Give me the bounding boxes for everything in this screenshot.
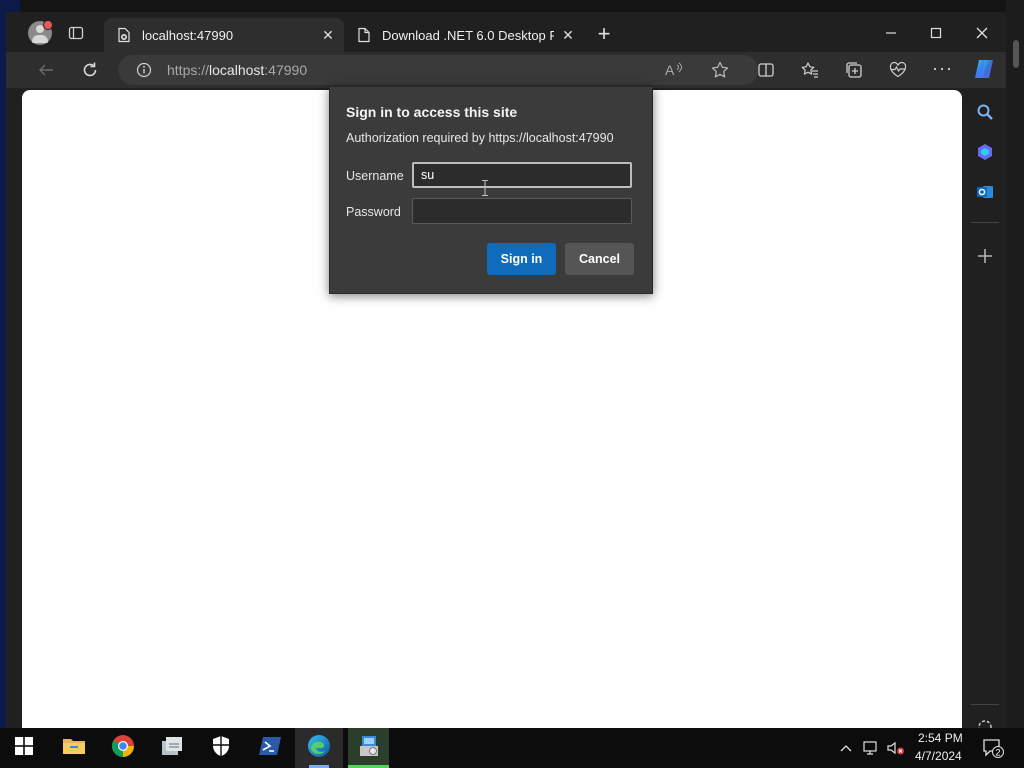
password-field[interactable] bbox=[412, 198, 632, 224]
notification-center-icon[interactable]: 2 bbox=[982, 738, 1004, 758]
windows-taskbar: 2:54 PM 4/7/2024 2 bbox=[0, 728, 1024, 768]
outlook-icon[interactable] bbox=[975, 182, 995, 202]
add-icon[interactable] bbox=[975, 246, 995, 266]
volume-muted-icon[interactable] bbox=[887, 740, 904, 756]
maximize-icon[interactable] bbox=[926, 25, 946, 41]
powershell-button[interactable] bbox=[246, 728, 294, 768]
username-field[interactable] bbox=[412, 162, 632, 188]
tab-localhost[interactable]: localhost:47990 ✕ bbox=[104, 18, 344, 52]
tab-label: Download .NET 6.0 Desktop Runtime bbox=[382, 28, 554, 43]
tab-bar: localhost:47990 ✕ Download .NET 6.0 Desk… bbox=[6, 12, 1006, 52]
chrome-icon bbox=[111, 734, 135, 763]
edge-sidebar bbox=[964, 88, 1006, 734]
more-options-icon[interactable]: ··· bbox=[932, 59, 952, 80]
edge-button[interactable] bbox=[295, 728, 343, 768]
page-error-icon bbox=[116, 27, 132, 43]
copilot-icon[interactable] bbox=[971, 56, 997, 82]
info-icon[interactable] bbox=[136, 62, 152, 78]
close-tab-icon[interactable]: ✕ bbox=[320, 27, 336, 43]
clock-time[interactable]: 2:54 PM bbox=[918, 731, 963, 745]
background-window-scrollbar bbox=[1006, 0, 1024, 728]
search-icon[interactable] bbox=[975, 102, 995, 122]
close-window-icon[interactable] bbox=[972, 24, 992, 42]
chrome-button[interactable] bbox=[99, 728, 147, 768]
tab-label: localhost:47990 bbox=[142, 28, 234, 43]
dialog-subtitle: Authorization required by https://localh… bbox=[346, 131, 614, 145]
sidebar-divider bbox=[971, 704, 999, 705]
username-label: Username bbox=[346, 169, 404, 183]
start-button[interactable] bbox=[0, 728, 48, 768]
show-hidden-icons-chevron[interactable] bbox=[838, 740, 854, 756]
windows-logo-icon bbox=[15, 736, 33, 760]
new-tab-button[interactable]: + bbox=[594, 23, 614, 45]
installer-icon bbox=[357, 734, 381, 763]
server-manager-button[interactable] bbox=[148, 728, 196, 768]
close-tab-icon[interactable]: ✕ bbox=[560, 27, 576, 43]
navigation-toolbar: https://localhost:47990 A ··· bbox=[6, 52, 1006, 88]
password-label: Password bbox=[346, 205, 401, 219]
folder-icon bbox=[62, 736, 86, 761]
windows-security-icon bbox=[211, 735, 231, 762]
file-explorer-button[interactable] bbox=[50, 728, 98, 768]
refresh-icon[interactable] bbox=[78, 60, 102, 80]
tab-download-dotnet[interactable]: Download .NET 6.0 Desktop Runtime ✕ bbox=[344, 18, 584, 52]
server-manager-icon bbox=[160, 735, 184, 762]
dialog-title: Sign in to access this site bbox=[346, 104, 518, 120]
minimize-icon[interactable] bbox=[881, 25, 901, 41]
url-host: localhost bbox=[209, 62, 265, 78]
powershell-icon bbox=[258, 735, 282, 762]
favorite-star-icon[interactable] bbox=[710, 60, 730, 80]
bing-icon[interactable] bbox=[975, 142, 995, 162]
sign-in-button[interactable]: Sign in bbox=[487, 243, 556, 275]
performance-icon[interactable] bbox=[888, 60, 908, 80]
network-icon[interactable] bbox=[863, 740, 879, 756]
edge-icon bbox=[307, 734, 331, 763]
split-screen-icon[interactable] bbox=[756, 60, 776, 80]
text-cursor-icon bbox=[480, 179, 490, 197]
background-window-titlebar bbox=[0, 0, 1024, 12]
address-bar[interactable]: https://localhost:47990 A bbox=[118, 55, 758, 85]
favorites-icon[interactable] bbox=[800, 60, 820, 80]
sidebar-divider bbox=[971, 222, 999, 223]
url-text[interactable]: https://localhost:47990 bbox=[167, 62, 307, 78]
back-icon[interactable] bbox=[34, 60, 58, 80]
windows-security-button[interactable] bbox=[197, 728, 245, 768]
clock-date[interactable]: 4/7/2024 bbox=[915, 749, 962, 763]
page-icon bbox=[356, 27, 372, 43]
profile-avatar-icon[interactable] bbox=[28, 20, 53, 45]
url-suffix: :47990 bbox=[264, 62, 308, 78]
installer-button[interactable] bbox=[348, 728, 389, 768]
read-aloud-icon[interactable]: A bbox=[664, 61, 684, 79]
notification-count: 2 bbox=[995, 748, 1000, 758]
scrollbar-thumb[interactable] bbox=[1013, 40, 1019, 68]
svg-text:A: A bbox=[665, 62, 675, 78]
sign-in-dialog: Sign in to access this site Authorizatio… bbox=[329, 86, 653, 294]
url-prefix: https:// bbox=[167, 62, 210, 78]
tab-actions-icon[interactable] bbox=[68, 25, 84, 41]
cancel-button[interactable]: Cancel bbox=[565, 243, 634, 275]
collections-icon[interactable] bbox=[844, 60, 864, 80]
